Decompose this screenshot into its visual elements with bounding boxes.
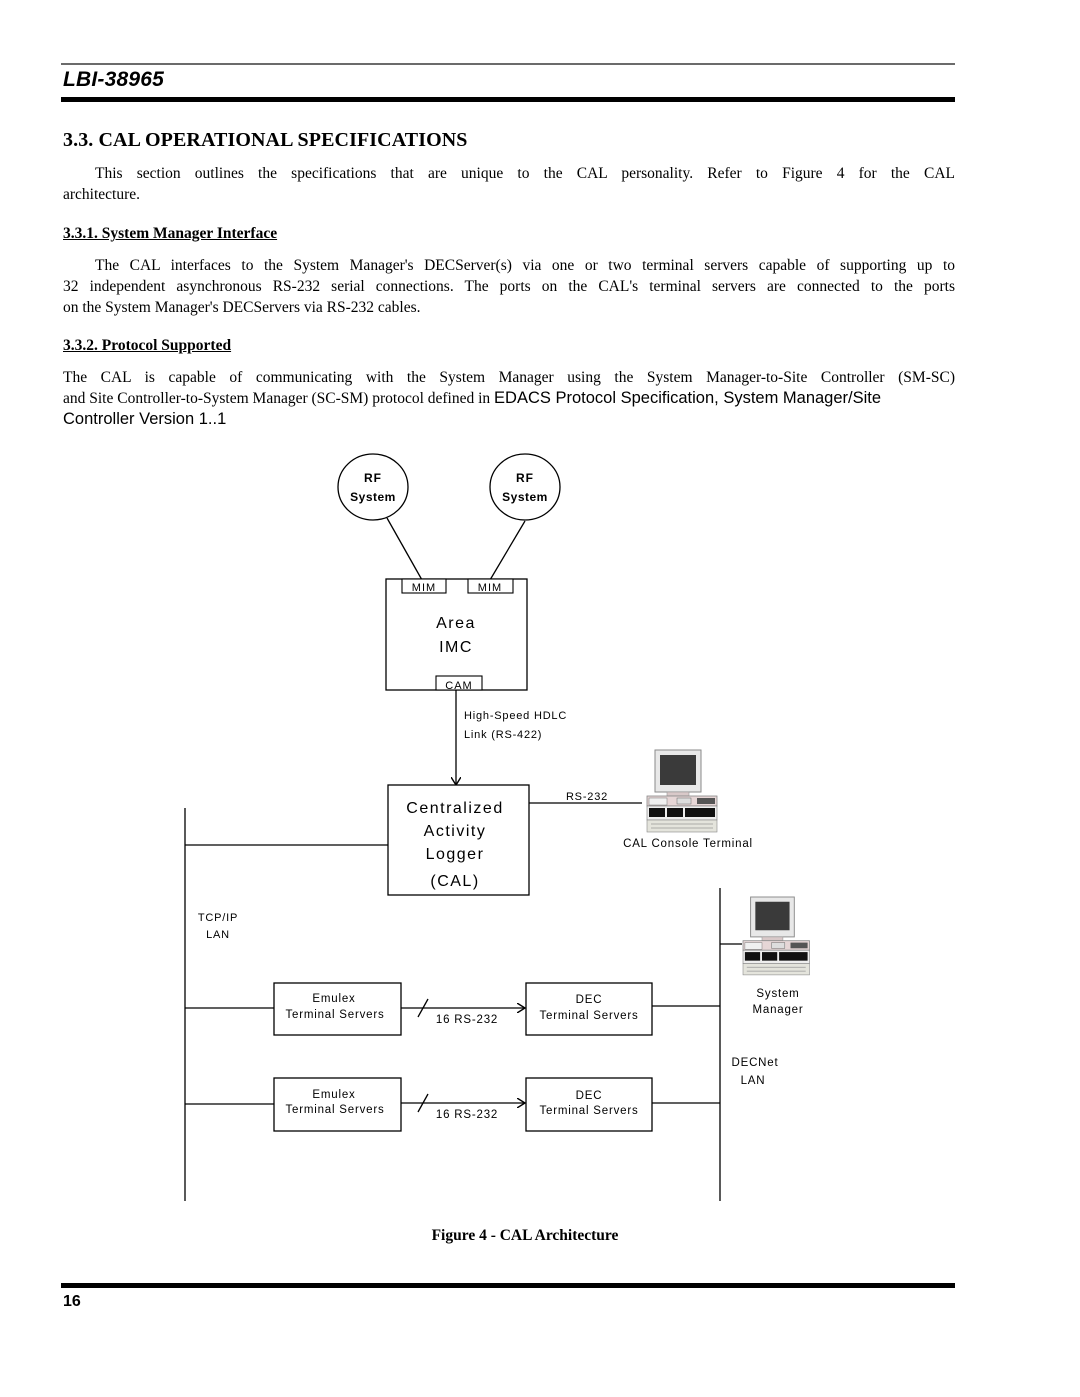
emulex-2-line2: Terminal Servers (285, 1104, 384, 1116)
footer-rule (61, 1283, 955, 1288)
area-imc-line1: Area (436, 615, 476, 632)
hdlc-link-line1: High-Speed HDLC (464, 710, 567, 722)
emulex-1-line2: Terminal Servers (285, 1009, 384, 1021)
cal-console-label: CAL Console Terminal (623, 838, 753, 850)
rf-system-2-ellipse (489, 453, 561, 521)
rf-system-2-line1: RF (516, 471, 534, 485)
rf-system-2-line2: System (502, 490, 548, 504)
cal-box-line3: Logger (426, 846, 485, 863)
dec-1-box (525, 982, 653, 1036)
decnet-lan-line2: LAN (741, 1075, 766, 1087)
rf-system-1-line2: System (350, 490, 396, 504)
dec-1-line2: Terminal Servers (539, 1010, 638, 1022)
dec-2-line2: Terminal Servers (539, 1105, 638, 1117)
area-imc-box (385, 578, 528, 691)
cal-console-terminal-icon (646, 749, 718, 833)
cal-box-line1: Centralized (406, 800, 503, 817)
dec-1-line1: DEC (576, 994, 603, 1006)
rf-system-1-ellipse (337, 453, 409, 521)
cam-label: CAM (445, 680, 472, 692)
mim-1-label: MIM (412, 582, 436, 594)
system-manager-computer-icon (742, 896, 810, 976)
figure-caption: Figure 4 - CAL Architecture (431, 1227, 619, 1244)
rf2-mim2-connector (489, 520, 526, 581)
emulex-2-line1: Emulex (312, 1089, 355, 1101)
page-number: 16 (63, 1293, 81, 1310)
decnet-lan-line1: DECNet (732, 1057, 779, 1069)
tcpip-lan-line2: LAN (206, 929, 230, 941)
tcpip-lan-line1: TCP/IP (198, 912, 238, 924)
cal-architecture-diagram: RF System RF System MIM MIM Area IMC CAM… (184, 453, 810, 1201)
rs232-label: RS-232 (566, 791, 608, 803)
dec-2-line1: DEC (576, 1090, 603, 1102)
hdlc-link-line2: Link (RS-422) (464, 729, 542, 741)
emulex-1-line1: Emulex (312, 993, 355, 1005)
cal-box-line2: Activity (424, 823, 487, 840)
system-manager-line1: System (756, 988, 799, 1000)
cal-box-line4: (CAL) (430, 873, 479, 890)
link-2-label: 16 RS-232 (436, 1109, 498, 1121)
mim-2-label: MIM (478, 582, 502, 594)
rf-system-1-line1: RF (364, 471, 382, 485)
area-imc-line2: IMC (439, 639, 473, 656)
rf1-mim1-connector (386, 517, 423, 581)
link-1-label: 16 RS-232 (436, 1014, 498, 1026)
system-manager-line2: Manager (753, 1004, 804, 1016)
